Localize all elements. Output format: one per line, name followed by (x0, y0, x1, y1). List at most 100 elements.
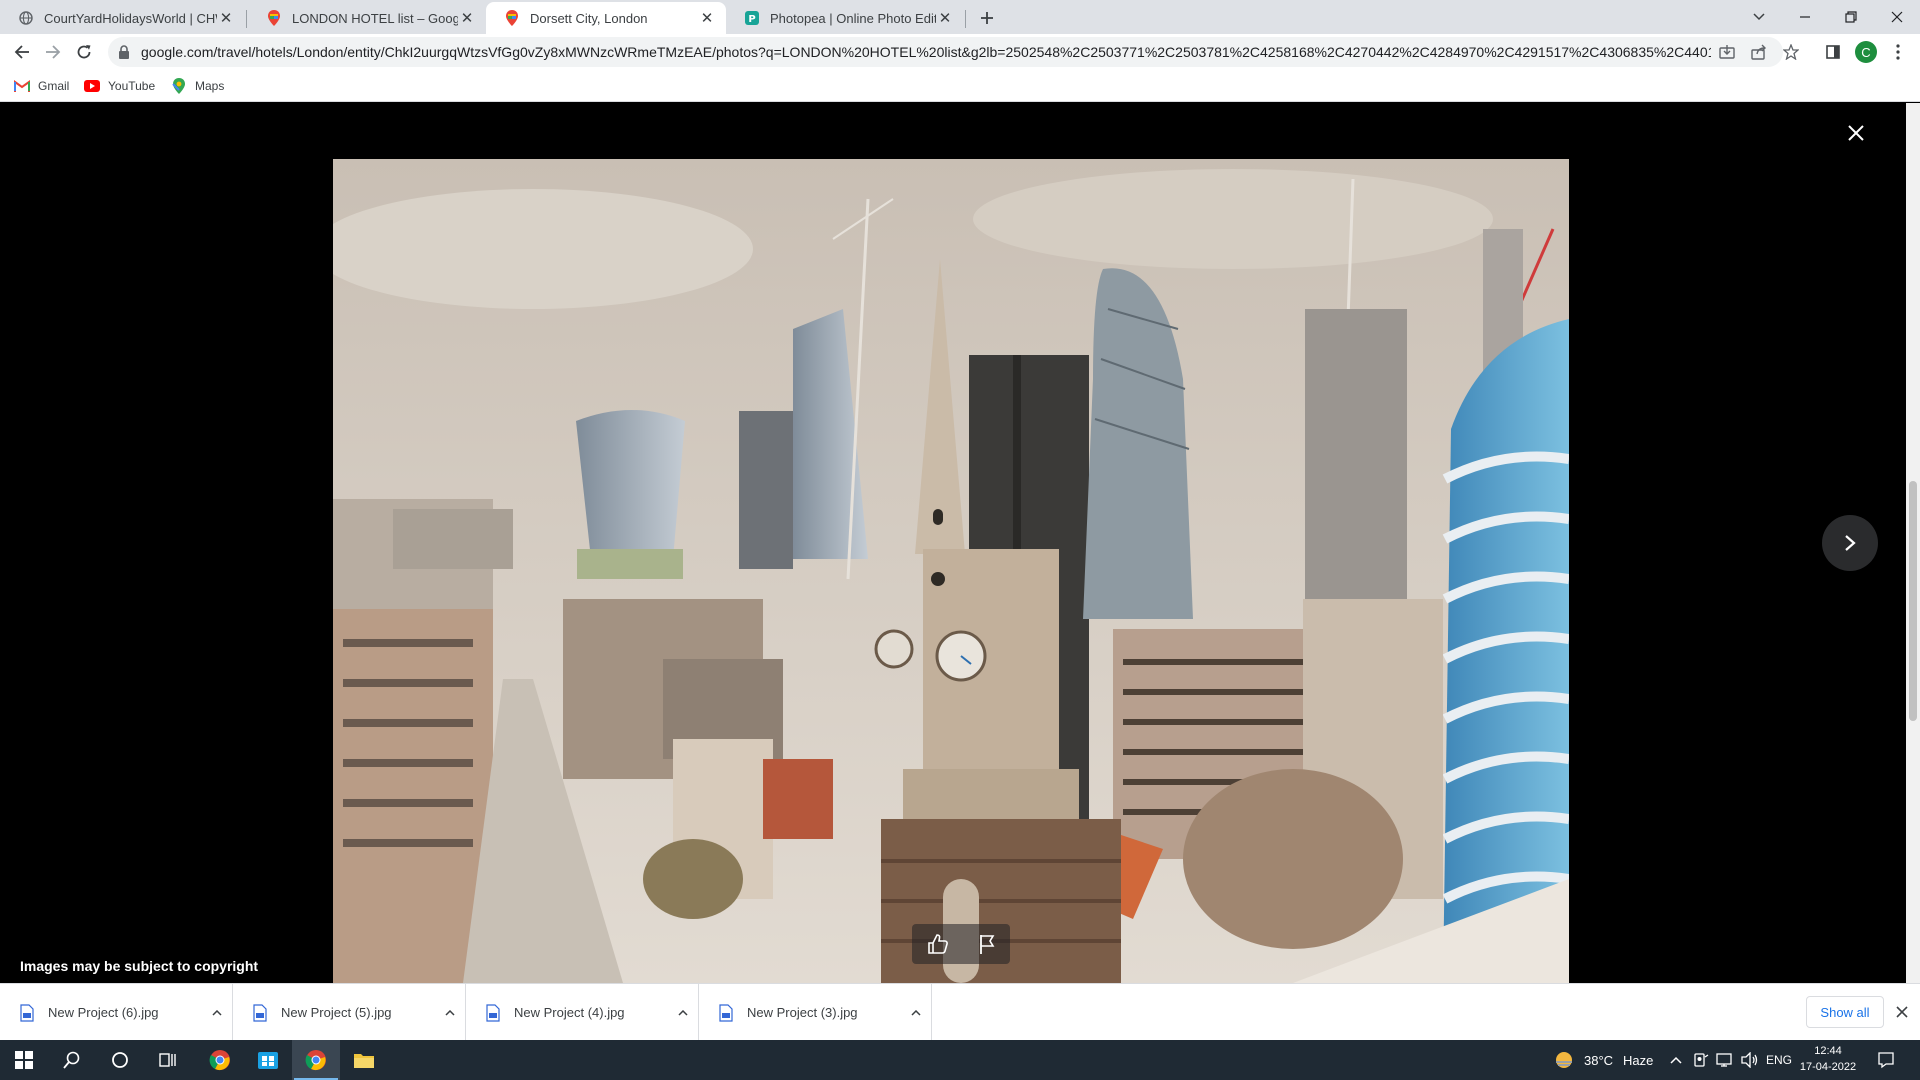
profile-avatar[interactable]: C (1855, 41, 1877, 63)
tab-strip: CourtYardHolidaysWorld | CHW ✕ LONDON HO… (0, 0, 1920, 34)
google-travel-icon (266, 10, 282, 26)
bookmark-label: Gmail (38, 79, 70, 93)
image-file-icon (253, 1003, 267, 1022)
volume-button[interactable] (1741, 1040, 1759, 1080)
speaker-icon (1741, 1052, 1758, 1068)
tab-dorsett-city[interactable]: Dorsett City, London ✕ (486, 2, 726, 34)
taskbar-chrome-app[interactable] (196, 1040, 244, 1080)
close-window-button[interactable] (1874, 0, 1920, 34)
gmail-icon (14, 78, 30, 94)
image-file-icon (486, 1003, 500, 1022)
downloads-bar: New Project (6).jpg New Project (5).jpg … (0, 983, 1920, 1041)
language-indicator[interactable]: ENG (1766, 1040, 1792, 1080)
copyright-notice: Images may be subject to copyright (20, 958, 259, 974)
bookmark-maps[interactable]: Maps (171, 78, 224, 94)
page-scrollbar[interactable] (1906, 103, 1920, 983)
tab-london-hotel-list[interactable]: LONDON HOTEL list – Google Ho ✕ (248, 2, 486, 34)
close-downloads-bar-button[interactable] (1892, 1002, 1912, 1022)
windows-taskbar: 38°C Haze ENG 12:44 17-04-2022 (0, 1040, 1920, 1080)
weather-haze-icon (1556, 1052, 1572, 1068)
reload-button[interactable] (70, 38, 98, 66)
photopea-icon: P (744, 10, 760, 26)
scrollbar-thumb[interactable] (1909, 481, 1917, 721)
tab-close-icon[interactable]: ✕ (458, 9, 476, 27)
show-all-downloads-button[interactable]: Show all (1806, 996, 1884, 1028)
tab-search-button[interactable] (1736, 0, 1782, 34)
side-panel-button[interactable] (1819, 38, 1847, 66)
meet-now-button[interactable] (1693, 1040, 1709, 1080)
new-tab-button[interactable] (974, 5, 1000, 31)
download-item[interactable]: New Project (3).jpg (699, 984, 932, 1041)
cortana-icon (112, 1052, 128, 1068)
chevron-up-icon[interactable] (668, 1009, 698, 1016)
hotel-photo (333, 159, 1569, 983)
tab-divider (965, 10, 966, 28)
photo-feedback-bar (912, 924, 1010, 964)
url-text: google.com/travel/hotels/London/entity/C… (141, 44, 1711, 60)
next-photo-button[interactable] (1822, 515, 1878, 571)
weather-temperature: 38°C (1584, 1052, 1614, 1068)
clock-time: 12:44 (1814, 1045, 1842, 1057)
system-clock[interactable]: 12:44 17-04-2022 (1798, 1043, 1858, 1075)
weather-condition: Haze (1623, 1052, 1654, 1068)
clock-date: 17-04-2022 (1799, 1061, 1857, 1073)
tab-photopea[interactable]: P Photopea | Online Photo Editor ✕ (726, 2, 964, 34)
thumbs-up-icon[interactable] (927, 933, 949, 955)
network-button[interactable] (1716, 1040, 1734, 1080)
download-filename: New Project (3).jpg (747, 1005, 858, 1020)
network-icon (1716, 1053, 1732, 1067)
chrome-icon (209, 1050, 230, 1071)
back-button[interactable] (8, 38, 36, 66)
taskbar-store-app[interactable] (244, 1040, 292, 1080)
tab-title: LONDON HOTEL list – Google Ho (292, 10, 458, 26)
tab-courtyard[interactable]: CourtYardHolidaysWorld | CHW ✕ (0, 2, 245, 34)
tab-close-icon[interactable]: ✕ (217, 9, 235, 27)
image-file-icon (719, 1003, 733, 1022)
download-item[interactable]: New Project (4).jpg (466, 984, 699, 1041)
chrome-icon (305, 1050, 326, 1071)
browser-toolbar: google.com/travel/hotels/London/entity/C… (0, 34, 1920, 70)
start-button[interactable] (0, 1040, 48, 1080)
install-app-icon[interactable] (1719, 44, 1735, 60)
restore-button[interactable] (1828, 0, 1874, 34)
forward-button[interactable] (39, 38, 67, 66)
tab-divider (246, 10, 247, 28)
image-file-icon (20, 1003, 34, 1022)
minimize-button[interactable] (1782, 0, 1828, 34)
windows-logo-icon (15, 1051, 33, 1069)
chevron-up-icon[interactable] (901, 1009, 931, 1016)
tab-close-icon[interactable]: ✕ (936, 9, 954, 27)
task-view-button[interactable] (144, 1040, 192, 1080)
bookmark-star-icon[interactable] (1782, 43, 1800, 61)
weather-widget[interactable]: 38°C Haze (1554, 1040, 1653, 1080)
download-item[interactable]: New Project (5).jpg (233, 984, 466, 1041)
tab-close-icon[interactable]: ✕ (698, 9, 716, 27)
close-viewer-button[interactable] (1840, 117, 1872, 149)
download-filename: New Project (4).jpg (514, 1005, 625, 1020)
maps-icon (171, 78, 187, 94)
taskbar-chrome-active[interactable] (292, 1040, 340, 1080)
bookmark-youtube[interactable]: YouTube (84, 78, 155, 94)
bookmark-gmail[interactable]: Gmail (14, 78, 69, 94)
tray-expand-button[interactable] (1670, 1040, 1682, 1080)
bookmarks-bar: Gmail YouTube Maps (0, 70, 1920, 102)
taskbar-file-explorer[interactable] (340, 1040, 388, 1080)
chevron-up-icon[interactable] (202, 1009, 232, 1016)
download-item[interactable]: New Project (6).jpg (0, 984, 233, 1041)
address-bar[interactable]: google.com/travel/hotels/London/entity/C… (108, 37, 1800, 67)
share-icon[interactable] (1751, 44, 1767, 60)
svg-text:P: P (748, 14, 755, 25)
tab-title: Dorsett City, London (530, 10, 648, 26)
chrome-menu-button[interactable] (1884, 38, 1912, 66)
action-center-button[interactable] (1877, 1040, 1895, 1080)
cortana-button[interactable] (96, 1040, 144, 1080)
notification-icon (1878, 1052, 1894, 1069)
meet-now-icon (1694, 1053, 1709, 1067)
google-travel-icon (504, 10, 520, 26)
report-flag-icon[interactable] (978, 933, 996, 955)
download-filename: New Project (5).jpg (281, 1005, 392, 1020)
search-button[interactable] (48, 1040, 96, 1080)
chevron-up-icon[interactable] (435, 1009, 465, 1016)
folder-icon (354, 1054, 374, 1068)
bookmark-label: Maps (195, 79, 225, 93)
